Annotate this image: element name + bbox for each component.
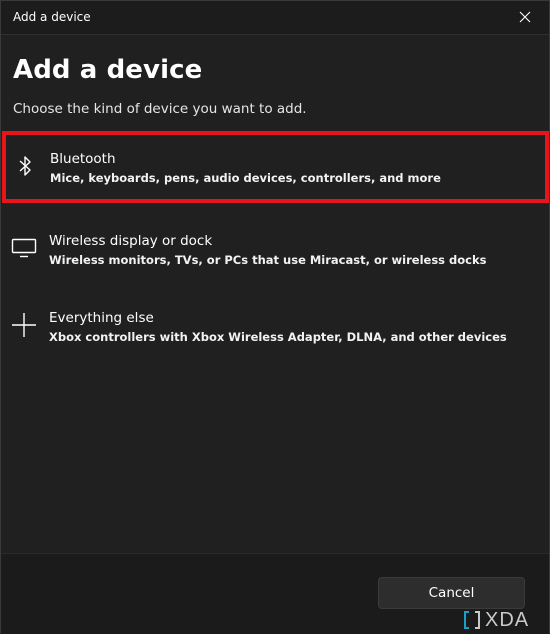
xda-logo-icon — [464, 611, 480, 629]
option-wireless-display[interactable]: Wireless display or dock Wireless monito… — [1, 213, 549, 285]
option-description: Mice, keyboards, pens, audio devices, co… — [50, 171, 441, 185]
bluetooth-icon — [12, 153, 38, 179]
watermark-text: XDA — [485, 608, 530, 631]
xda-watermark: XDA — [463, 608, 549, 632]
option-title: Everything else — [49, 310, 154, 326]
cancel-button[interactable]: Cancel — [378, 577, 525, 609]
window-title: Add a device — [13, 10, 91, 24]
add-device-dialog: Add a device Add a device Choose the kin… — [0, 0, 550, 634]
close-button[interactable] — [505, 2, 545, 32]
plus-icon — [11, 312, 37, 338]
monitor-icon — [11, 235, 37, 261]
option-description: Xbox controllers with Xbox Wireless Adap… — [49, 330, 507, 344]
page-title: Add a device — [13, 55, 203, 85]
close-icon — [519, 11, 531, 23]
option-everything-else[interactable]: Everything else Xbox controllers with Xb… — [1, 290, 549, 362]
page-subtitle: Choose the kind of device you want to ad… — [13, 101, 307, 117]
option-description: Wireless monitors, TVs, or PCs that use … — [49, 253, 487, 267]
option-title: Bluetooth — [50, 151, 116, 167]
option-bluetooth[interactable]: Bluetooth Mice, keyboards, pens, audio d… — [2, 131, 549, 203]
title-bar: Add a device — [1, 1, 549, 35]
option-title: Wireless display or dock — [49, 233, 213, 249]
